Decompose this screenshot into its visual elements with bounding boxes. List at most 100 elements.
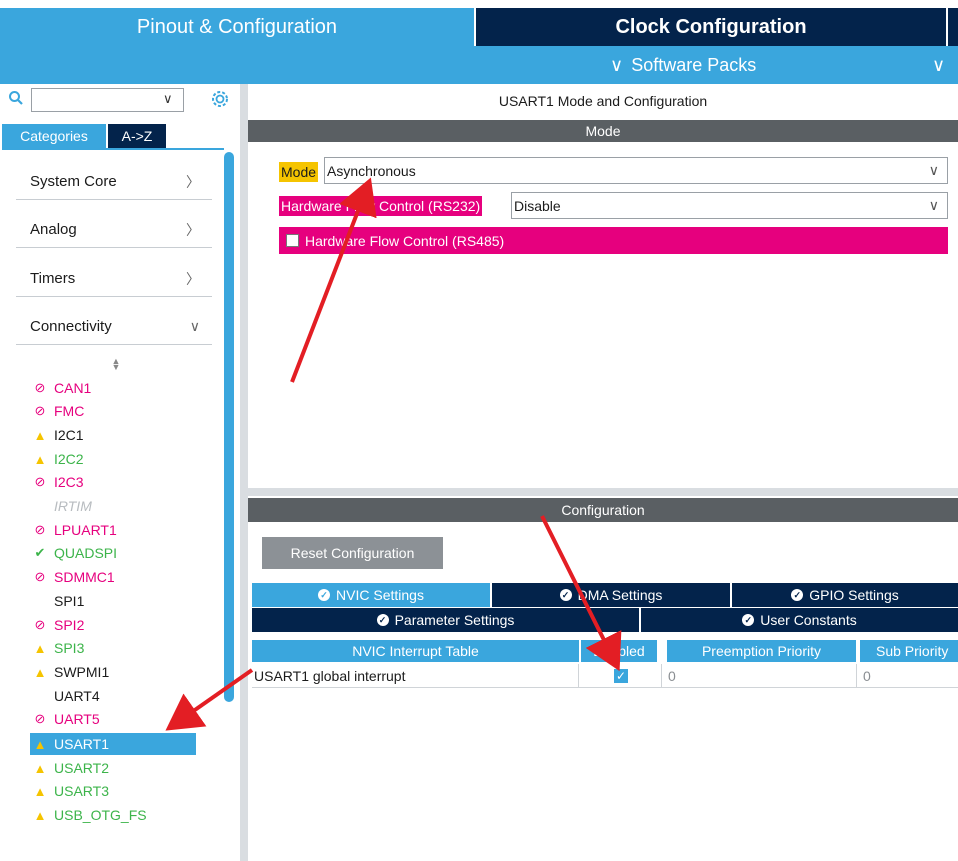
peripheral-irtim[interactable]: IRTIM [32,495,92,517]
peripheral-spi3[interactable]: ▲ SPI3 [32,637,85,659]
table-header-sub-priority[interactable]: Sub Priority [860,640,958,662]
warning-icon: ▲ [33,783,47,799]
table-header-enabled[interactable]: Enabled [581,640,657,662]
peripheral-label: SPI2 [54,617,85,633]
mode-label: Mode [279,162,319,182]
tab-clock-configuration[interactable]: Clock Configuration [476,8,946,46]
chevron-right-icon: 〉 [186,270,200,287]
peripheral-usart2[interactable]: ▲ USART2 [32,757,109,779]
page-title: USART1 Mode and Configuration [498,93,708,109]
tab-pinout-configuration[interactable]: Pinout & Configuration [0,8,474,46]
check-circle-icon: ✓ [559,589,572,601]
blocked-icon: ⊘ [34,474,46,489]
scrollbar[interactable] [224,152,234,702]
category-label: Analog [30,221,77,238]
nvic-interrupt-name: USART1 global interrupt [252,664,579,688]
peripheral-label: SDMMC1 [54,569,115,585]
mode-select[interactable]: Asynchronous ∨ [324,157,948,184]
peripheral-usb-otg-fs[interactable]: ▲ USB_OTG_FS [32,804,147,826]
peripheral-label: I2C2 [54,451,84,467]
blocked-icon: ⊘ [34,403,46,418]
peripheral-lpuart1[interactable]: ⊘ LPUART1 [32,519,117,541]
table-header-nvic-interrupt[interactable]: NVIC Interrupt Table [252,640,579,662]
category-label: System Core [30,173,117,190]
check-circle-icon: ✓ [742,614,755,626]
tab-dma-settings[interactable]: ✓ DMA Settings [492,583,730,607]
warning-icon: ▲ [33,451,47,467]
tab-gpio-settings[interactable]: ✓ GPIO Settings [732,583,958,607]
section-splitter[interactable] [248,488,958,496]
reset-configuration-button[interactable]: Reset Configuration [262,537,443,569]
warning-icon: ▲ [33,427,47,443]
warning-icon: ▲ [33,807,47,823]
tab-parameter-settings[interactable]: ✓ Parameter Settings [252,608,639,632]
peripheral-label: USB_OTG_FS [54,807,147,823]
check-icon: ✔ [34,545,46,560]
chevron-down-icon[interactable]: ∨ [932,46,958,84]
peripheral-uart5[interactable]: ⊘ UART5 [32,708,100,730]
category-system-core[interactable]: System Core 〉 [16,164,212,200]
chevron-down-icon: ∨ [928,197,939,213]
peripheral-label: UART4 [54,688,100,704]
peripheral-sdmmc1[interactable]: ⊘ SDMMC1 [32,566,115,588]
tab-label: DMA Settings [577,587,663,603]
peripheral-label: IRTIM [54,498,92,514]
tab-nvic-settings[interactable]: ✓ NVIC Settings [252,583,490,607]
search-input[interactable] [31,88,184,112]
tab-label: Parameter Settings [394,612,515,628]
preemption-priority-value[interactable]: 0 [661,664,856,688]
category-analog[interactable]: Analog 〉 [16,212,212,248]
chevron-down-icon: ∨ [610,54,624,75]
hfc-rs232-select[interactable]: Disable ∨ [511,192,948,219]
category-label: Timers [30,270,76,287]
peripheral-quadspi[interactable]: ✔ QUADSPI [32,542,117,564]
peripheral-fmc[interactable]: ⊘ FMC [32,400,85,422]
peripheral-label: USART1 [54,736,109,752]
sort-icon[interactable]: ▲ ▼ [110,357,122,372]
check-circle-icon: ✓ [376,614,389,626]
hfc-rs485-label: Hardware Flow Control (RS485) [305,232,505,249]
mode-section-header: Mode [248,120,958,142]
peripheral-usart1[interactable]: ▲ USART1 [30,733,196,755]
hfc-rs485-checkbox[interactable] [286,234,299,247]
peripheral-can1[interactable]: ⊘ CAN1 [32,377,92,399]
tab-a-to-z[interactable]: A->Z [108,124,166,148]
gear-icon[interactable] [209,88,231,110]
warning-icon: ▲ [33,640,47,656]
peripheral-label: USART2 [54,760,109,776]
panel-divider[interactable] [240,84,248,861]
peripheral-uart4[interactable]: UART4 [32,685,100,707]
peripheral-spi2[interactable]: ⊘ SPI2 [32,614,85,636]
table-header-preemption-priority[interactable]: Preemption Priority [667,640,856,662]
peripheral-label: LPUART1 [54,522,117,538]
peripheral-label: FMC [54,403,85,419]
peripheral-label: UART5 [54,711,100,727]
blocked-icon: ⊘ [34,522,46,537]
blocked-icon: ⊘ [34,617,46,632]
category-connectivity[interactable]: Connectivity ∨ [16,309,212,345]
peripheral-i2c1[interactable]: ▲ I2C1 [32,424,84,446]
peripheral-spi1[interactable]: SPI1 [32,590,84,612]
peripheral-usart3[interactable]: ▲ USART3 [32,780,109,802]
nvic-enabled-checkbox[interactable]: ✓ [614,669,628,683]
chevron-down-icon[interactable]: ∨ [163,91,179,109]
category-timers[interactable]: Timers 〉 [16,261,212,297]
hfc-rs485-row[interactable]: Hardware Flow Control (RS485) [279,227,948,254]
software-packs-menu[interactable]: ∨ Software Packs [610,46,910,84]
peripheral-i2c3[interactable]: ⊘ I2C3 [32,471,84,493]
mode-value: Asynchronous [327,162,416,179]
tab-user-constants[interactable]: ✓ User Constants [641,608,958,632]
tab-overflow [948,8,958,46]
blocked-icon: ⊘ [34,380,46,395]
peripheral-swpmi1[interactable]: ▲ SWPMI1 [32,661,110,683]
tab-categories[interactable]: Categories [2,124,106,148]
peripheral-label: SWPMI1 [54,664,110,680]
software-packs-label: Software Packs [631,54,757,75]
peripheral-label: SPI3 [54,640,85,656]
peripheral-i2c2[interactable]: ▲ I2C2 [32,448,84,470]
sub-priority-value[interactable]: 0 [856,664,958,688]
blocked-icon: ⊘ [34,711,46,726]
check-circle-icon: ✓ [318,589,331,601]
search-icon [8,90,24,108]
warning-icon: ▲ [33,664,47,680]
